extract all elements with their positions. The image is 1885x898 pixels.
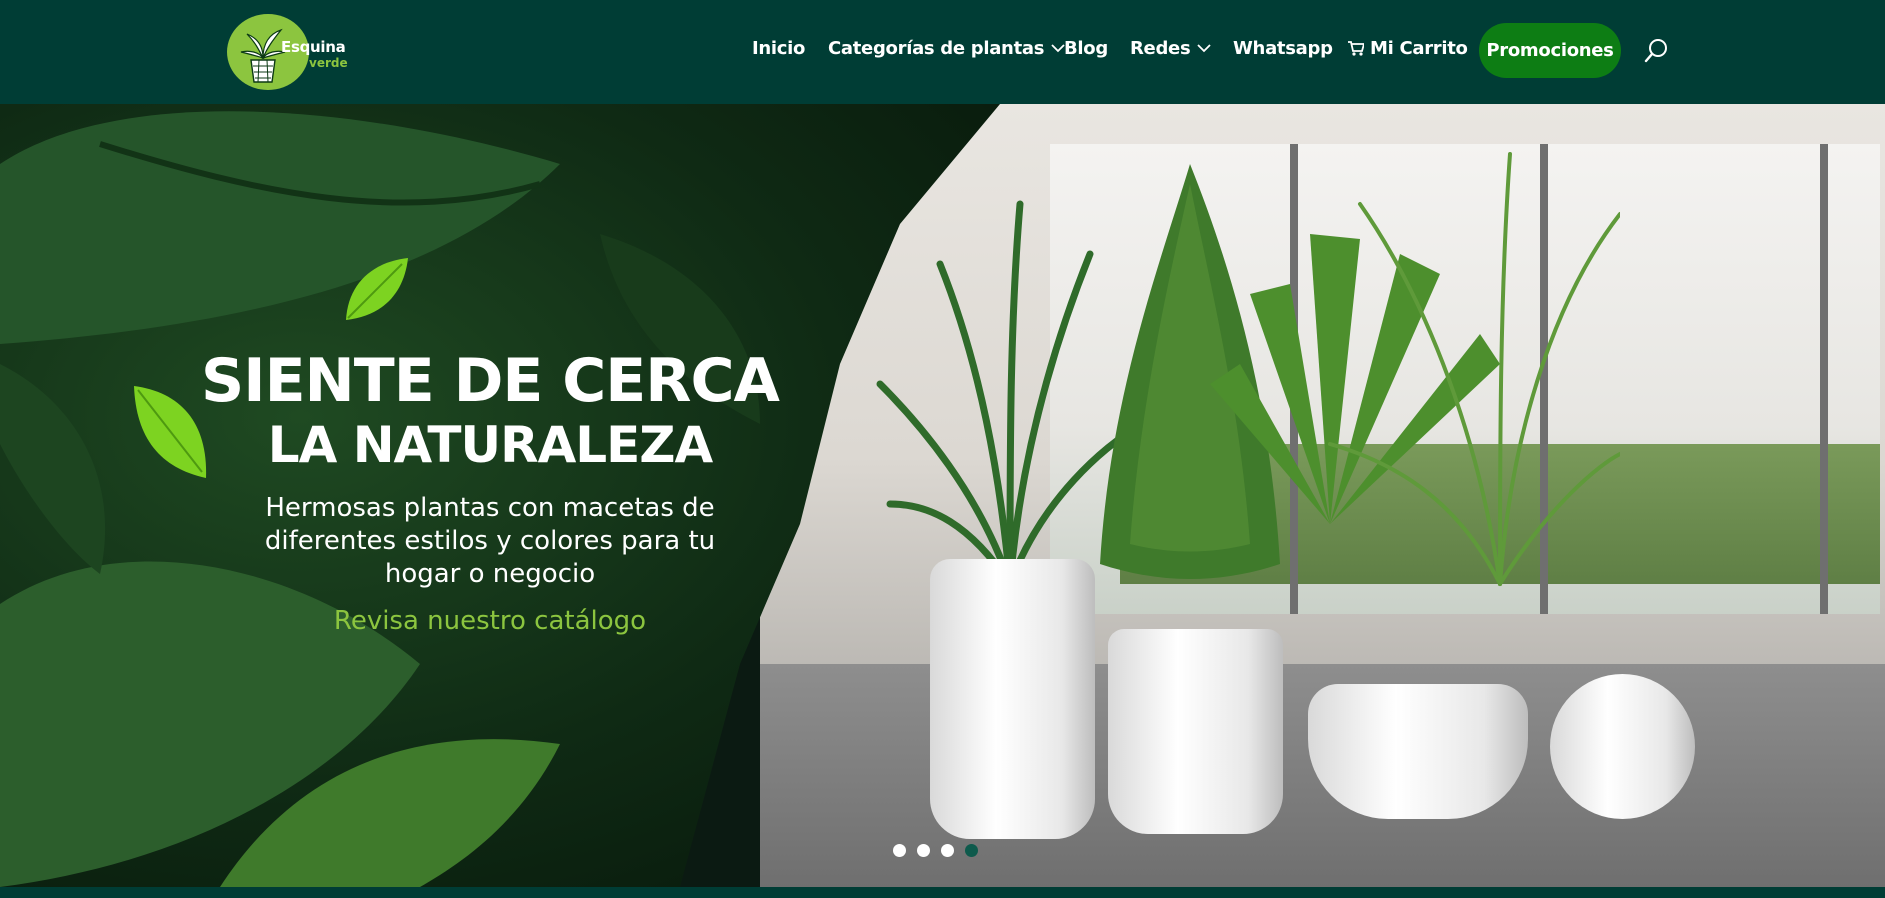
slider-dot-active[interactable] [965, 844, 978, 857]
slider-dot[interactable] [941, 844, 954, 857]
nav-carrito[interactable]: Mi Carrito [1348, 38, 1468, 59]
nav-inicio[interactable]: Inicio [752, 38, 805, 59]
nav-whatsapp[interactable]: Whatsapp [1233, 38, 1333, 59]
shopping-cart-icon [1348, 41, 1364, 56]
planter-white-bowl [1308, 684, 1528, 819]
window-frame [1820, 144, 1828, 614]
hero-title-line2: LA NATURALEZA [267, 416, 714, 474]
slider-dot[interactable] [917, 844, 930, 857]
search-icon[interactable] [1644, 38, 1670, 64]
nav-categorias-label: Categorías de plantas [828, 38, 1045, 59]
section-divider [0, 887, 1885, 898]
nav-categorias[interactable]: Categorías de plantas [828, 38, 1065, 59]
hero-title-line1: SIENTE DE CERCA [201, 346, 780, 416]
catalog-link[interactable]: Revisa nuestro catálogo [230, 606, 750, 636]
hero-slider: SIENTE DE CERCA LA NATURALEZA Hermosas p… [0, 104, 1885, 887]
planter-white-sphere [1550, 674, 1695, 819]
planter-white-tall [930, 559, 1095, 839]
logo-tagline: verde [309, 56, 348, 70]
nav-redes-label: Redes [1130, 38, 1191, 59]
chevron-down-icon [1197, 44, 1212, 53]
site-logo[interactable]: Esquina verde [227, 14, 348, 90]
nav-redes[interactable]: Redes [1130, 38, 1212, 59]
slider-pagination [893, 844, 978, 857]
planter-white-round [1108, 629, 1283, 834]
hero-subtitle: Hermosas plantas con macetas de diferent… [264, 493, 716, 589]
promociones-button[interactable]: Promociones [1479, 23, 1621, 78]
green-leaf-icon [346, 258, 408, 320]
nav-carrito-label: Mi Carrito [1370, 38, 1468, 59]
logo-name: Esquina [281, 38, 346, 56]
nav-blog[interactable]: Blog [1064, 38, 1108, 59]
slider-dot[interactable] [893, 844, 906, 857]
site-header: Esquina verde Inicio Categorías de plant… [0, 0, 1885, 104]
